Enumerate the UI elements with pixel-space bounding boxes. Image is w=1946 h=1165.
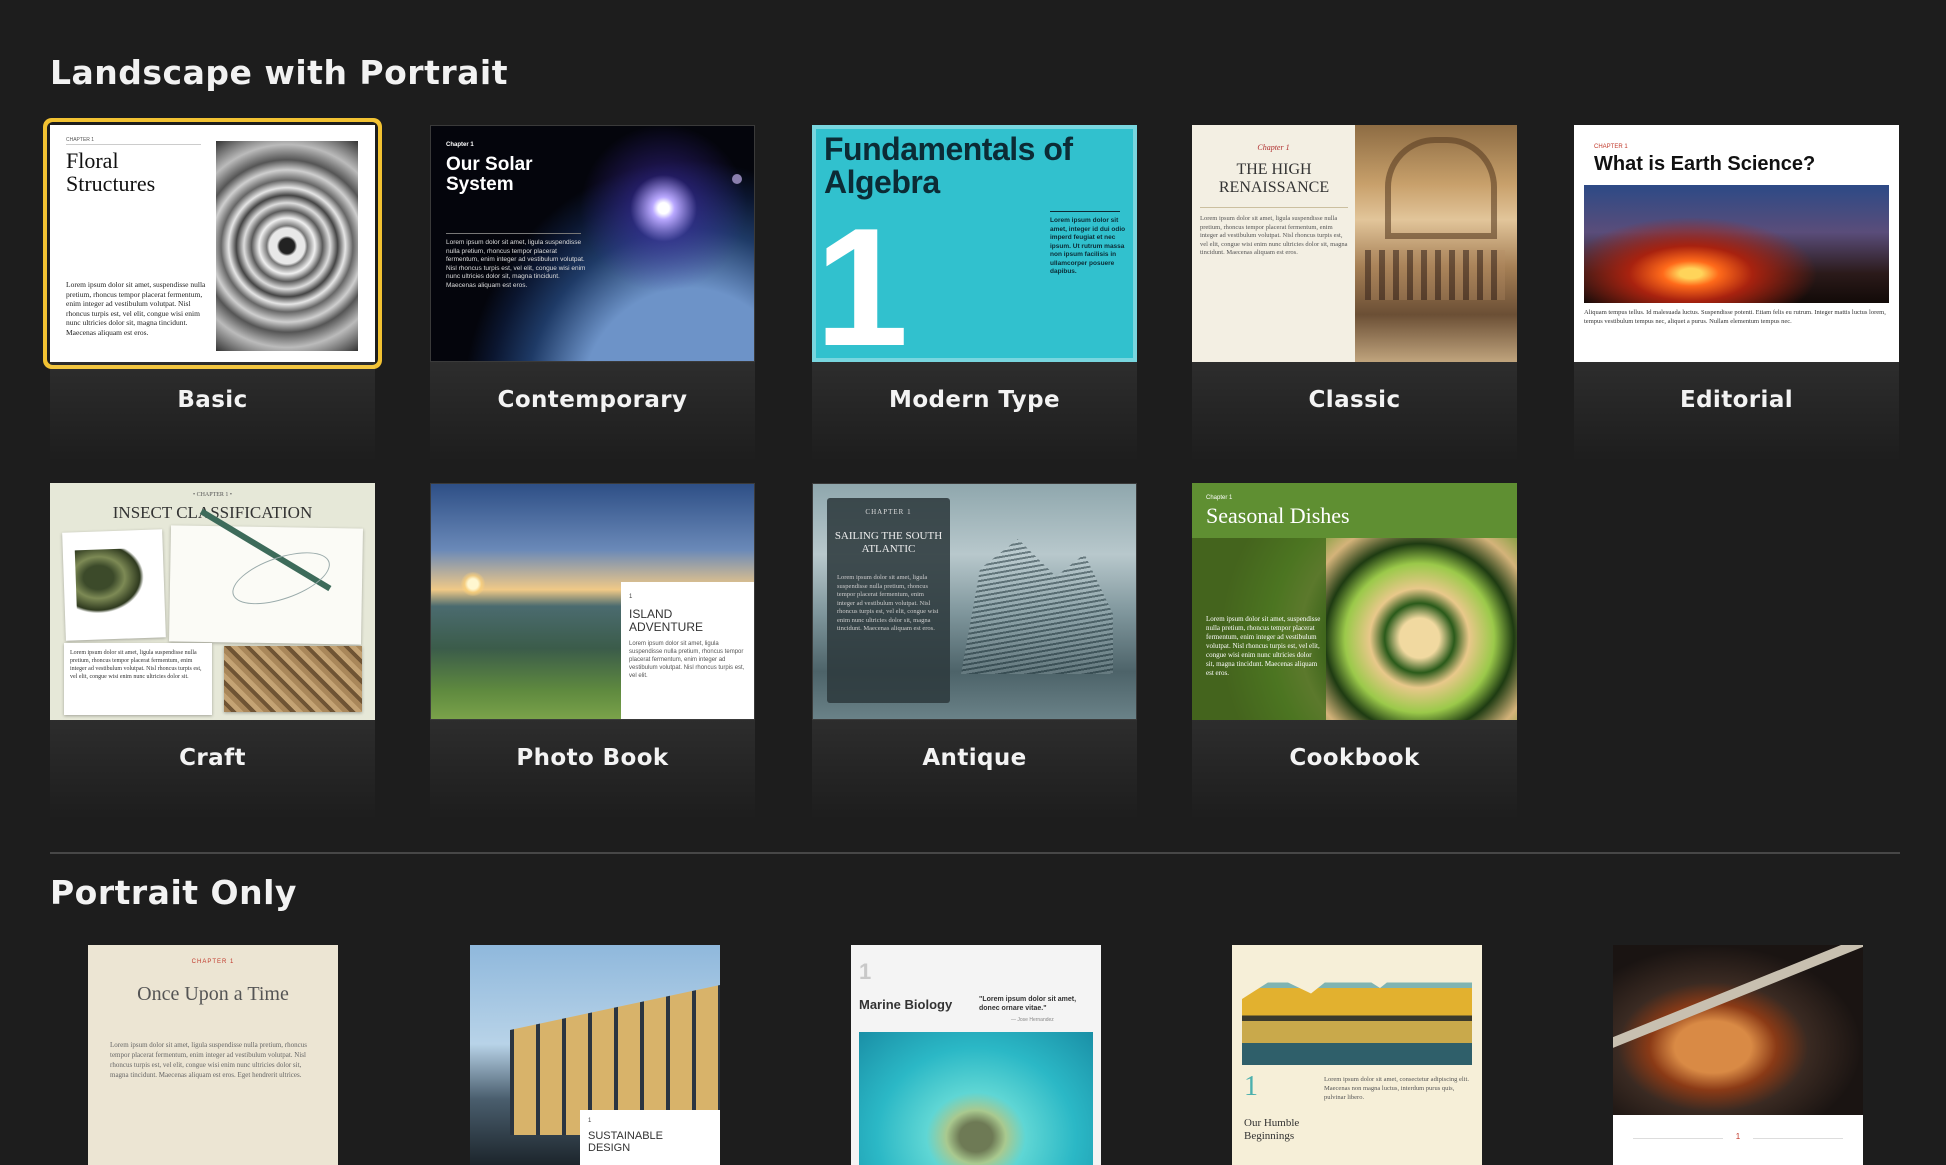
- template-thumbnail[interactable]: Chapter 1 Seasonal Dishes Lorem ipsum do…: [1192, 483, 1517, 720]
- thumb-body-text: Lorem ipsum dolor sit amet, suspendisse …: [1206, 615, 1321, 677]
- flower-photo: [216, 141, 358, 351]
- template-thumbnail[interactable]: CHAPTER 1 SAILING THE SOUTH ATLANTIC Lor…: [812, 483, 1137, 720]
- chapter-label: 1: [629, 594, 633, 600]
- thumb-title: Marine Biology: [859, 997, 953, 1012]
- template-thumbnail[interactable]: 1 Our Humble Beginnings Lorem ipsum dolo…: [1232, 945, 1482, 1165]
- thumb-body-text: Lorem ipsum dolor sit amet, ligula suspe…: [629, 641, 745, 679]
- template-label: Craft: [179, 745, 246, 771]
- guitar-photo: [1613, 945, 1863, 1115]
- template-thumbnail[interactable]: CHAPTER 1 Floral Structures Lorem ipsum …: [50, 125, 375, 362]
- dragonfly-illustration: [169, 508, 363, 645]
- template-label: Contemporary: [497, 387, 688, 413]
- portrait-template-science[interactable]: 1 Marine Biology "Lorem ipsum dolor sit …: [851, 945, 1101, 1165]
- moth-illustration: [62, 529, 166, 641]
- thumb-title: THE HIGH RENAISSANCE: [1218, 161, 1330, 196]
- thumb-title: Our Humble Beginnings: [1244, 1117, 1300, 1142]
- thumb-body-text: Lorem ipsum dolor sit amet, integer id d…: [1050, 217, 1126, 275]
- template-thumbnail[interactable]: Chapter 1 THE HIGH RENAISSANCE Lorem ips…: [1192, 125, 1517, 362]
- template-label: Modern Type: [889, 387, 1060, 413]
- chapter-label: CHAPTER 1: [66, 137, 95, 143]
- template-editorial[interactable]: CHAPTER 1 What is Earth Science? Aliquam…: [1574, 125, 1899, 505]
- portrait-template-music[interactable]: 1: [1613, 945, 1863, 1165]
- thumb-title: SUSTAINABLE DESIGN: [588, 1130, 663, 1154]
- chapter-label: CHAPTER 1: [865, 508, 912, 516]
- template-thumbnail[interactable]: 1: [1613, 945, 1863, 1165]
- template-classic[interactable]: Chapter 1 THE HIGH RENAISSANCE Lorem ips…: [1192, 125, 1517, 505]
- section-divider: [50, 852, 1900, 854]
- big-number: 1: [859, 959, 872, 984]
- thumb-title: SAILING THE SOUTH ATLANTIC: [834, 530, 943, 555]
- template-thumbnail[interactable]: CHAPTER 1 Once Upon a Time Lorem ipsum d…: [88, 945, 338, 1165]
- thumb-title: Once Upon a Time: [137, 983, 289, 1005]
- thumb-body-text: Lorem ipsum dolor sit amet, ligula suspe…: [1200, 215, 1348, 256]
- thumb-title: ISLAND ADVENTURE: [629, 607, 704, 634]
- template-thumbnail[interactable]: 1 SUSTAINABLE DESIGN: [470, 945, 720, 1165]
- pull-quote: "Lorem ipsum dolor sit amet, donec ornar…: [979, 996, 1077, 1012]
- template-photo-book[interactable]: 1 ISLAND ADVENTURE Lorem ipsum dolor sit…: [430, 483, 755, 863]
- template-thumbnail[interactable]: CHAPTER 1 What is Earth Science? Aliquam…: [1574, 125, 1899, 362]
- quote-author: — Jose Hernandez: [1011, 1017, 1054, 1023]
- template-thumbnail[interactable]: 1 ISLAND ADVENTURE Lorem ipsum dolor sit…: [430, 483, 755, 720]
- thumb-title: What is Earth Science?: [1594, 153, 1816, 175]
- chapter-label: CHAPTER 1: [191, 959, 235, 965]
- fresco-painting: [1355, 125, 1517, 362]
- template-label: Editorial: [1679, 387, 1794, 413]
- turtle-photo: [859, 1032, 1093, 1165]
- thumb-body-text: Lorem ipsum dolor sit amet, ligula suspe…: [110, 1041, 307, 1079]
- template-modern-type[interactable]: Fundamentals of Algebra 1 Lorem ipsum do…: [812, 125, 1137, 505]
- template-basic[interactable]: CHAPTER 1 Floral Structures Lorem ipsum …: [50, 125, 375, 505]
- thumb-title: Our Solar System: [446, 154, 533, 195]
- template-label: Basic: [177, 387, 248, 413]
- thumb-body-text: Lorem ipsum dolor sit amet, suspendisse …: [66, 280, 206, 337]
- page-number: 1: [1735, 1132, 1741, 1141]
- specimen-photo: [224, 646, 362, 712]
- template-craft[interactable]: • CHAPTER 1 • INSECT CLASSIFICATION Lore…: [50, 483, 375, 863]
- chapter-label: Chapter 1: [1206, 495, 1233, 501]
- thumb-body-text: Lorem ipsum dolor sit amet, ligula suspe…: [446, 239, 586, 289]
- town-illustration: [1242, 960, 1472, 1065]
- section-title-landscape: Landscape with Portrait: [50, 53, 508, 92]
- chapter-label: Chapter 1: [1257, 143, 1290, 152]
- chapter-label: 1: [588, 1118, 592, 1124]
- big-number: 1: [1244, 1071, 1258, 1102]
- template-thumbnail[interactable]: • CHAPTER 1 • INSECT CLASSIFICATION Lore…: [50, 483, 375, 720]
- template-label: Antique: [922, 745, 1027, 771]
- portrait-template-architecture[interactable]: 1 SUSTAINABLE DESIGN: [470, 945, 720, 1165]
- template-label: Classic: [1308, 387, 1401, 413]
- chapter-label: CHAPTER 1: [1594, 144, 1628, 150]
- chapter-label: Chapter 1: [446, 142, 474, 148]
- thumb-title: Fundamentals of Algebra: [824, 131, 1073, 200]
- template-thumbnail[interactable]: Chapter 1 Our Solar System Lorem ipsum d…: [430, 125, 755, 362]
- template-cookbook[interactable]: Chapter 1 Seasonal Dishes Lorem ipsum do…: [1192, 483, 1517, 863]
- chapter-label: • CHAPTER 1 •: [192, 492, 233, 498]
- thumb-body-text: Aliquam tempus tellus. Id malesuada luct…: [1584, 309, 1886, 325]
- portrait-template-storybook[interactable]: CHAPTER 1 Once Upon a Time Lorem ipsum d…: [88, 945, 338, 1165]
- section-title-portrait: Portrait Only: [50, 873, 297, 912]
- template-thumbnail[interactable]: Fundamentals of Algebra 1 Lorem ipsum do…: [812, 125, 1137, 362]
- template-antique[interactable]: CHAPTER 1 SAILING THE SOUTH ATLANTIC Lor…: [812, 483, 1137, 863]
- thumb-title: Seasonal Dishes: [1206, 503, 1350, 528]
- template-label: Cookbook: [1289, 745, 1420, 771]
- portrait-template-history[interactable]: 1 Our Humble Beginnings Lorem ipsum dolo…: [1232, 945, 1482, 1165]
- big-number: 1: [815, 193, 909, 362]
- thumb-body-text: Lorem ipsum dolor sit amet, consectetur …: [1324, 1076, 1469, 1101]
- moon-shape: [732, 174, 742, 184]
- volcano-photo: [1584, 185, 1889, 303]
- template-label: Photo Book: [516, 745, 669, 771]
- thumb-body-text: Lorem ipsum dolor sit amet, ligula suspe…: [837, 574, 939, 632]
- ship-engraving: [961, 539, 1113, 674]
- thumb-title: Floral Structures: [66, 148, 156, 196]
- sun-shape: [461, 572, 485, 596]
- template-contemporary[interactable]: Chapter 1 Our Solar System Lorem ipsum d…: [430, 125, 755, 505]
- thumb-body-text: Lorem ipsum dolor sit amet, ligula suspe…: [70, 650, 202, 680]
- template-thumbnail[interactable]: 1 Marine Biology "Lorem ipsum dolor sit …: [851, 945, 1101, 1165]
